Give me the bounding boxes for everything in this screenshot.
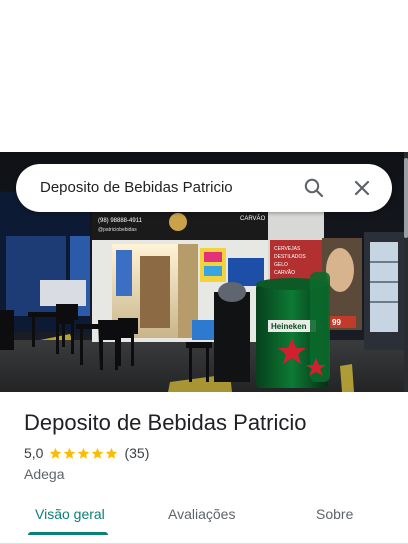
star-icon: [92, 447, 104, 459]
rating-row[interactable]: 5,0 (35): [24, 445, 149, 461]
star-icon: [106, 447, 118, 459]
photo-line-3: GELO: [274, 262, 288, 268]
search-input[interactable]: Deposito de Bebidas Patricio: [40, 179, 233, 196]
photo-phone-text: (98) 98888-4911: [98, 218, 143, 224]
photo-scrollbar-thumb[interactable]: [404, 158, 408, 238]
rating-value: 5,0: [24, 445, 44, 461]
tab-overview[interactable]: Visão geral: [35, 506, 105, 522]
photo-line-1: CERVEJAS: [274, 246, 301, 252]
active-tab-indicator: [28, 532, 108, 535]
search-bar[interactable]: Deposito de Bebidas Patricio: [16, 164, 392, 212]
rating-stars: [49, 447, 118, 460]
place-category[interactable]: Adega: [24, 466, 64, 482]
search-icon[interactable]: [302, 176, 326, 200]
review-count[interactable]: (35): [124, 445, 149, 461]
photo-brand-text: Heineken: [271, 322, 307, 331]
photo-price-text: 99: [332, 318, 341, 327]
tab-reviews[interactable]: Avaliações: [168, 506, 235, 522]
photo-carvao-text: CARVÃO: [240, 215, 266, 222]
tab-about[interactable]: Sobre: [316, 506, 353, 522]
close-icon[interactable]: [350, 176, 374, 200]
photo-line-4: CARVÃO: [274, 269, 295, 276]
place-title: Deposito de Bebidas Patricio: [24, 410, 307, 435]
map-blank-area: [0, 0, 408, 152]
star-icon: [50, 447, 62, 459]
star-icon: [64, 447, 76, 459]
star-icon: [78, 447, 90, 459]
photo-handle-text: @patriciobebidas: [98, 227, 137, 233]
photo-line-2: DESTILADOS: [274, 254, 306, 260]
place-tabs: Visão geral Avaliações Sobre: [0, 496, 408, 536]
